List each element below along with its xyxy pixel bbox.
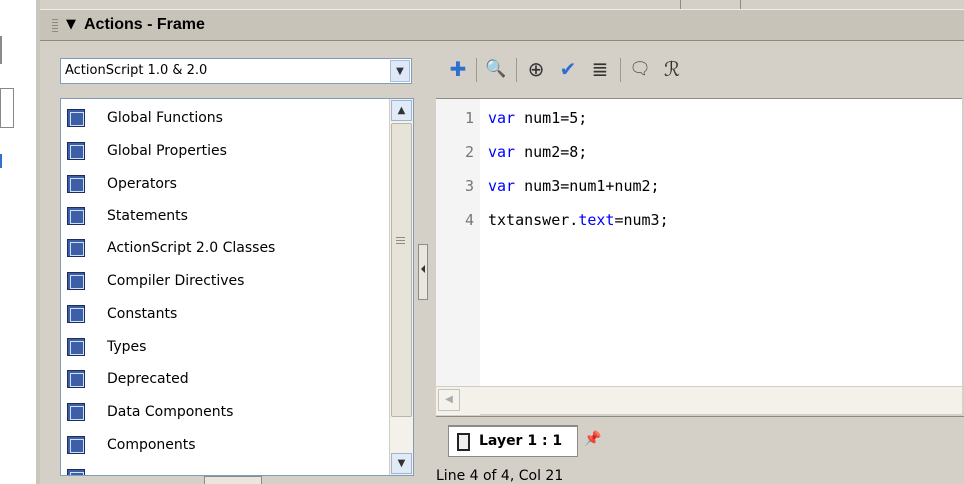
toolbox-vertical-scrollbar[interactable]: ▲ ▼ — [389, 99, 413, 475]
book-icon — [67, 109, 85, 127]
tab-layer-1[interactable]: Layer 1 : 1 — [448, 425, 578, 457]
scroll-down-icon[interactable]: ▼ — [391, 453, 412, 474]
scroll-up-icon[interactable]: ▲ — [391, 100, 412, 121]
add-statement-icon[interactable]: ✚ — [444, 56, 472, 82]
script-toolbar: ✚ 🔍 ⊕ ✔ ≣ 🗨 ℛ — [436, 50, 956, 90]
code-line[interactable]: txtanswer.text=num3; — [488, 211, 669, 229]
code-text: txtanswer. — [488, 211, 579, 229]
collapse-arrow-icon[interactable]: ▼ — [66, 17, 76, 32]
top-strip-divider — [740, 0, 741, 9]
actions-toolbox-list: Global Functions Global Properties Opera… — [60, 98, 414, 476]
toolbox-item-operators[interactable]: Operators — [67, 169, 385, 199]
toolbox-item-label: Statements — [107, 208, 188, 224]
toolbox-item-deprecated[interactable]: Deprecated — [67, 364, 385, 394]
line-number: 4 — [464, 211, 474, 229]
book-icon — [67, 272, 85, 290]
book-icon — [67, 469, 85, 475]
code-keyword: var — [488, 177, 516, 195]
toolbox-item-statements[interactable]: Statements — [67, 201, 385, 231]
top-strip-divider — [680, 0, 681, 9]
toolbox-item-global-properties[interactable]: Global Properties — [67, 136, 385, 166]
line-number-gutter: 1 2 3 4 — [436, 99, 480, 415]
tab-label: Layer 1 : 1 — [479, 433, 563, 449]
book-icon — [67, 436, 85, 454]
pin-script-icon[interactable]: 📌 — [584, 431, 601, 447]
toolbox-bottom-button[interactable] — [204, 476, 262, 484]
line-number: 1 — [464, 109, 474, 127]
scroll-left-icon[interactable]: ◀ — [438, 389, 460, 411]
code-text: num1=5; — [515, 109, 588, 127]
actions-panel: ▼ Actions - Frame ActionScript 1.0 & 2.0… — [40, 0, 964, 484]
panel-title[interactable]: Actions - Frame — [84, 16, 205, 34]
line-number: 2 — [464, 143, 474, 161]
code-line[interactable]: var num2=8; — [488, 143, 587, 161]
toolbox-item-label: Types — [107, 339, 147, 355]
editor-horizontal-scrollbar[interactable]: ◀ — [436, 386, 962, 414]
toolbox-item-label: Data Components — [107, 404, 234, 420]
toolbox-item-label: Compiler Directives — [107, 273, 245, 289]
book-icon — [67, 207, 85, 225]
insert-target-path-icon[interactable]: ⊕ — [522, 56, 550, 82]
scrollbar-thumb[interactable] — [391, 123, 412, 417]
debug-options-icon[interactable]: ℛ — [658, 56, 686, 82]
script-document-icon — [457, 433, 470, 451]
toolbox-item-label: Global Functions — [107, 110, 223, 126]
toolbox-item-compiler-directives[interactable]: Compiler Directives — [67, 266, 385, 296]
background-window-box — [0, 88, 14, 128]
code-line[interactable]: var num3=num1+num2; — [488, 177, 660, 195]
code-text: num2=8; — [515, 143, 588, 161]
background-window-edge — [0, 0, 40, 484]
dropdown-arrow-icon[interactable]: ▼ — [390, 60, 410, 82]
scrollbar-grip-icon — [396, 237, 405, 246]
top-strip — [40, 0, 964, 9]
toolbox-item-label: Components — [107, 437, 196, 453]
code-keyword: var — [488, 109, 516, 127]
script-editor[interactable]: 1 2 3 4 var num1=5; var num2=8; var num3… — [436, 98, 962, 415]
show-code-hint-icon[interactable]: 🗨 — [626, 56, 654, 82]
toolbox-item-actionscript-2-classes[interactable]: ActionScript 2.0 Classes — [67, 233, 385, 263]
cursor-position-status: Line 4 of 4, Col 21 — [436, 468, 564, 484]
toolbox-item-global-functions[interactable]: Global Functions — [67, 103, 385, 133]
code-line[interactable]: var num1=5; — [488, 109, 587, 127]
book-icon — [67, 370, 85, 388]
book-icon — [67, 239, 85, 257]
toolbox-item-label: Operators — [107, 176, 177, 192]
check-syntax-icon[interactable]: ✔ — [554, 56, 582, 82]
language-version-value: ActionScript 1.0 & 2.0 — [65, 63, 208, 78]
book-icon — [67, 305, 85, 323]
code-text: num3=num1+num2; — [515, 177, 660, 195]
find-icon[interactable]: 🔍 — [482, 56, 510, 82]
toolbox-item-data-components[interactable]: Data Components — [67, 397, 385, 427]
background-window-mark-blue — [0, 154, 4, 168]
code-property: text — [578, 211, 615, 229]
toolbox-item-label: Global Properties — [107, 143, 227, 159]
toolbox-item-components[interactable]: Components — [67, 430, 385, 460]
script-tab-row: Layer 1 : 1 📌 — [436, 416, 964, 460]
toolbar-divider — [620, 58, 621, 82]
language-version-select[interactable]: ActionScript 1.0 & 2.0 ▼ — [60, 58, 412, 84]
code-keyword: var — [488, 143, 516, 161]
book-icon — [67, 175, 85, 193]
toolbox-item-label: ActionScript 2.0 Classes — [107, 240, 276, 256]
book-icon — [67, 403, 85, 421]
collapse-left-arrow-icon[interactable] — [421, 265, 425, 273]
panel-titlebar[interactable]: ▼ Actions - Frame — [40, 9, 964, 41]
toolbox-item-label: Constants — [107, 306, 178, 322]
toolbox-item-types[interactable]: Types — [67, 332, 385, 362]
toolbox-item-partial[interactable] — [67, 463, 385, 475]
auto-format-icon[interactable]: ≣ — [586, 56, 614, 82]
book-icon — [67, 338, 85, 356]
code-text: =num3; — [614, 211, 669, 229]
toolbox-item-label: Deprecated — [107, 371, 189, 387]
toolbar-divider — [476, 58, 477, 82]
toolbox-item-constants[interactable]: Constants — [67, 299, 385, 329]
book-icon — [67, 142, 85, 160]
line-number: 3 — [464, 177, 474, 195]
panel-grip-handle[interactable] — [52, 19, 58, 33]
pane-splitter-handle[interactable] — [418, 244, 428, 300]
toolbar-divider — [516, 58, 517, 82]
background-window-mark — [0, 36, 4, 64]
